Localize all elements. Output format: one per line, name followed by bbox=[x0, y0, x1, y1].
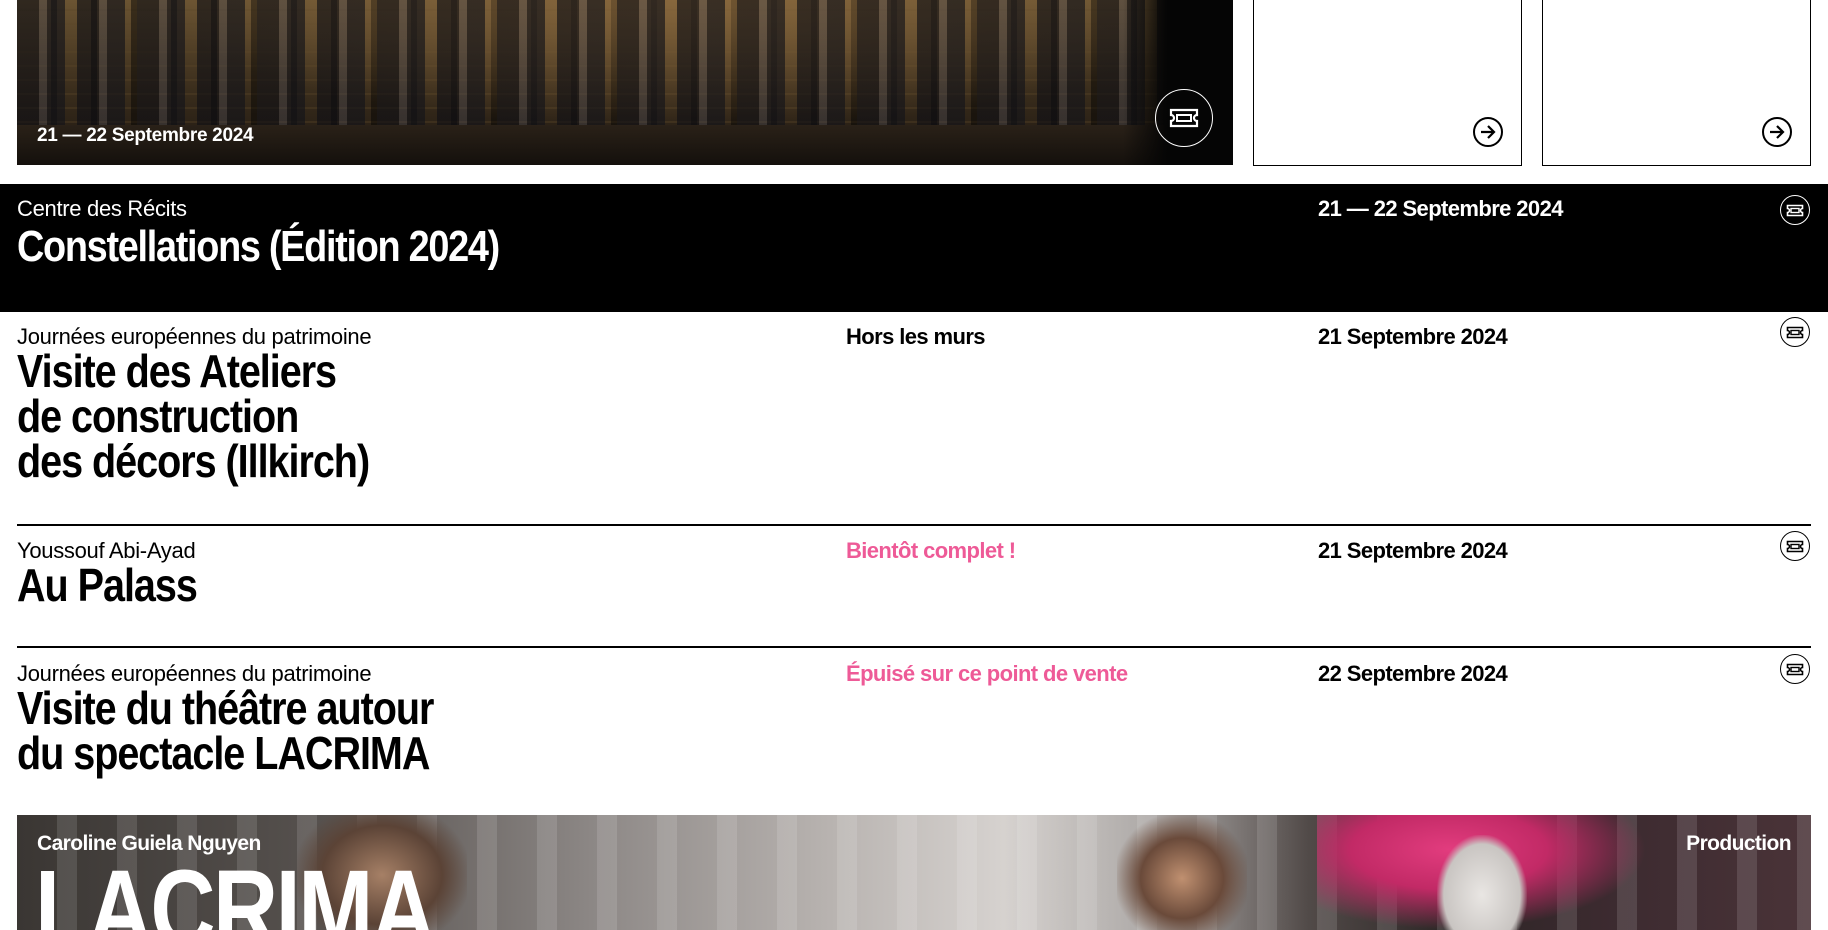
event-title[interactable]: Constellations (Édition 2024) bbox=[17, 222, 500, 272]
promo-card[interactable] bbox=[1542, 0, 1811, 166]
crowd-photo bbox=[17, 0, 1233, 127]
event-date: 21 — 22 Septembre 2024 bbox=[1318, 196, 1563, 221]
event-row[interactable]: Journées européennes du patrimoine Visit… bbox=[0, 649, 1828, 809]
ticket-button[interactable] bbox=[1780, 195, 1810, 225]
event-location: Hors les murs bbox=[846, 324, 986, 349]
production-title[interactable]: LACRIMA bbox=[35, 855, 436, 930]
production-banner[interactable]: Caroline Guiela Nguyen LACRIMA Productio… bbox=[17, 815, 1811, 930]
ticket-icon bbox=[1786, 540, 1804, 552]
availability-status: Bientôt complet ! bbox=[846, 538, 1016, 563]
availability-status: Épuisé sur ce point de vente bbox=[846, 661, 1128, 686]
top-row: 21 — 22 Septembre 2024 bbox=[0, 0, 1828, 184]
ticket-button[interactable] bbox=[1780, 317, 1810, 347]
event-subtitle: Centre des Récits bbox=[17, 196, 187, 221]
event-date: 21 Septembre 2024 bbox=[1318, 324, 1508, 349]
event-date: 21 — 22 Septembre 2024 bbox=[37, 125, 254, 146]
event-title[interactable]: Visite des Ateliers de construction des … bbox=[17, 348, 370, 484]
event-date: 22 Septembre 2024 bbox=[1318, 661, 1508, 686]
event-title[interactable]: Visite du théâtre autour du spectacle LA… bbox=[17, 685, 434, 776]
production-tag: Production bbox=[1686, 832, 1791, 855]
row-divider bbox=[17, 646, 1811, 648]
ticket-button[interactable] bbox=[1780, 531, 1810, 561]
event-title[interactable]: Au Palass bbox=[17, 562, 198, 608]
performer-photo bbox=[1117, 815, 1247, 930]
ticket-button[interactable] bbox=[1780, 654, 1810, 684]
arrow-right-icon bbox=[1770, 125, 1785, 139]
arrow-right-icon bbox=[1481, 125, 1496, 139]
event-row[interactable]: Youssouf Abi-Ayad Au Palass Bientôt comp… bbox=[0, 526, 1828, 646]
ticket-icon bbox=[1786, 663, 1804, 675]
event-date: 21 Septembre 2024 bbox=[1318, 538, 1508, 563]
featured-event-row[interactable]: Centre des Récits Constellations (Éditio… bbox=[0, 184, 1828, 312]
card-arrow-button[interactable] bbox=[1473, 117, 1503, 147]
event-photo-card[interactable]: 21 — 22 Septembre 2024 bbox=[17, 0, 1233, 165]
ticket-button[interactable] bbox=[1155, 89, 1213, 147]
promo-card[interactable] bbox=[1253, 0, 1522, 166]
card-arrow-button[interactable] bbox=[1762, 117, 1792, 147]
ticket-icon bbox=[1786, 204, 1804, 216]
mannequin-photo bbox=[1437, 835, 1527, 930]
ticket-icon bbox=[1169, 108, 1199, 128]
ticket-icon bbox=[1786, 326, 1804, 338]
event-row[interactable]: Journées européennes du patrimoine Visit… bbox=[0, 312, 1828, 524]
